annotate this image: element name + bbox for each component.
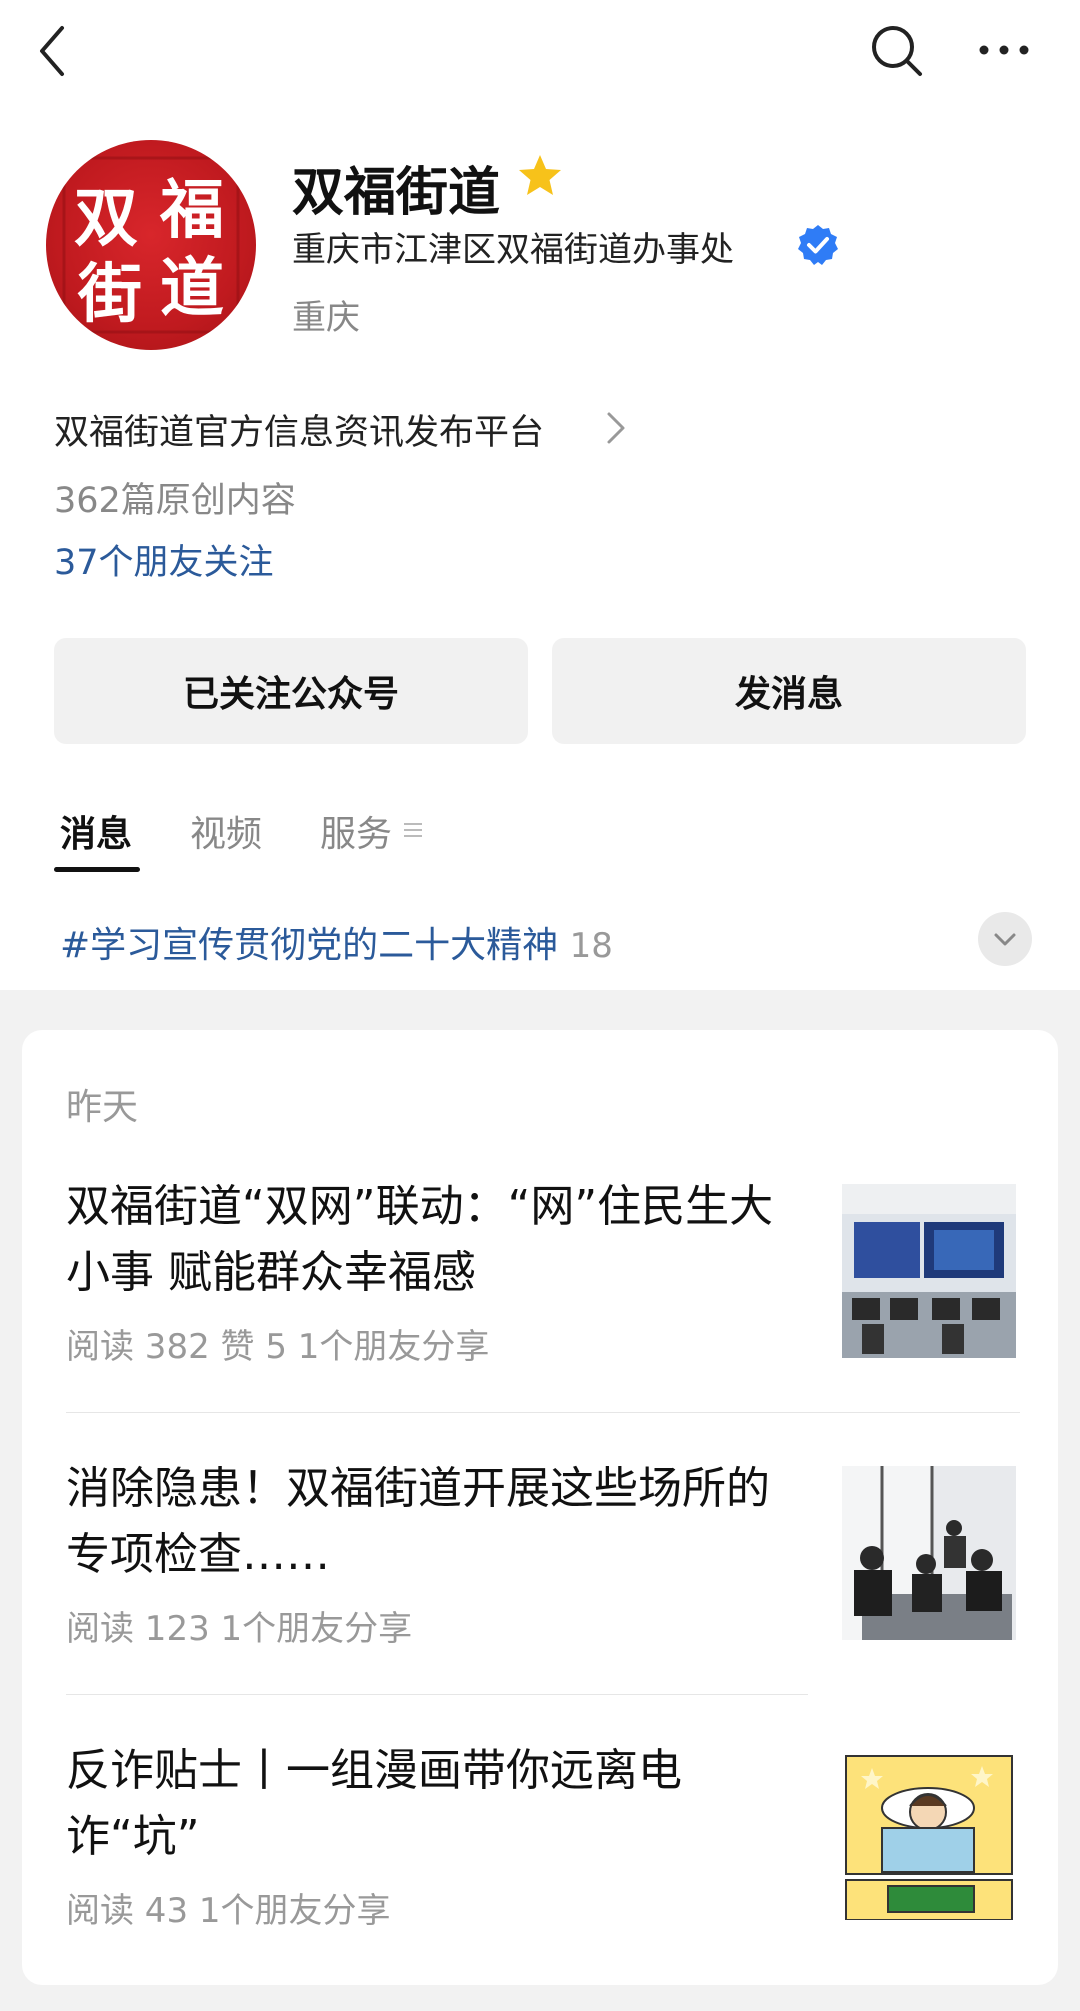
followed-button[interactable]: 已关注公众号 [54,638,528,744]
article-thumbnail [842,1466,1016,1640]
article-divider [66,1412,1020,1413]
send-message-button[interactable]: 发消息 [552,638,1026,744]
account-name: 双福街道 [292,163,501,223]
account-profile: 双 福 街 道 双福街道 重庆市江津区双福街道办事处 重庆 [0,130,1080,370]
article-title: 反诈贴士丨一组漫画带你远离电诈“坑” [66,1745,682,1862]
article-title: 消除隐患！双福街道开展这些场所的专项检查…… [66,1463,770,1580]
topic-label: #学习宣传贯彻党的二十大精神 [60,925,559,966]
tab-services[interactable]: 服务 [320,805,392,857]
article-title: 双福街道“双网”联动：“网”住民生大小事 赋能群众幸福感 [66,1181,774,1298]
search-icon[interactable] [868,22,924,78]
menu-lines-icon [404,823,422,837]
topic-link[interactable]: #学习宣传贯彻党的二十大精神 18 [60,916,613,968]
account-location: 重庆 [292,298,360,338]
tab-videos[interactable]: 视频 [190,805,262,857]
chevron-down-icon [994,933,1016,946]
article-thumbnail [842,1754,1016,1920]
logo-char: 道 [160,251,224,326]
tab-messages[interactable]: 消息 [60,805,132,857]
star-icon [519,155,561,195]
article-thumbnail [842,1184,1016,1358]
article-divider [66,1694,808,1695]
logo-char: 街 [77,257,142,332]
feed-date: 昨天 [66,1087,139,1128]
logo-calligraphy: 双 福 街 道 [62,156,240,334]
chevron-right-icon[interactable] [604,408,628,448]
friends-follow-link[interactable]: 37个朋友关注 [54,534,274,585]
article-meta: 阅读 43 1个朋友分享 [66,1891,391,1931]
original-article-count: 362篇原创内容 [54,481,296,521]
more-dots-icon[interactable] [976,30,1032,70]
article-item[interactable]: 消除隐患！双福街道开展这些场所的专项检查…… 阅读 123 1个朋友分享 [66,1456,1056,1666]
verified-badge-icon [798,225,838,265]
article-item[interactable]: 双福街道“双网”联动：“网”住民生大小事 赋能群众幸福感 阅读 382 赞 5 … [66,1174,1056,1384]
active-tab-indicator [54,867,140,872]
article-meta: 阅读 382 赞 5 1个朋友分享 [66,1327,490,1367]
logo-char: 福 [159,173,224,248]
logo-char: 双 [74,181,138,256]
content-tabs: 消息 视频 服务 [0,805,1080,875]
article-item[interactable]: 反诈贴士丨一组漫画带你远离电诈“坑” 阅读 43 1个朋友分享 [66,1738,1056,1948]
top-bar [0,0,1080,110]
topic-count: 18 [569,926,613,966]
topic-expand-button[interactable] [978,912,1032,966]
organization-name: 重庆市江津区双福街道办事处 [292,230,734,270]
article-meta: 阅读 123 1个朋友分享 [66,1609,413,1649]
back-arrow-icon[interactable] [30,22,78,80]
account-description[interactable]: 双福街道官方信息资讯发布平台 [54,404,544,455]
account-avatar[interactable]: 双 福 街 道 [46,140,256,350]
